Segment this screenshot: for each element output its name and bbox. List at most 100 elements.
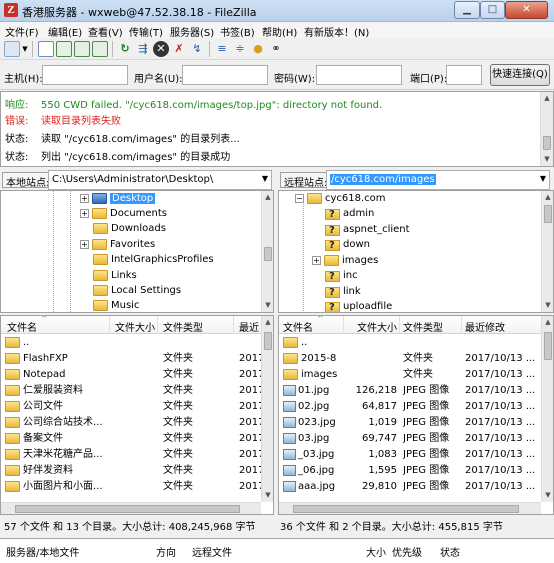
local-path-combo[interactable]: C:\Users\Administrator\Desktop\ ▼: [48, 170, 272, 190]
file-row[interactable]: 公司综合站技术... 文件夹 2017: [1, 415, 261, 431]
file-row[interactable]: 仁爱服装资料 文件夹 2017: [1, 383, 261, 399]
scroll-down-icon[interactable]: ▼: [262, 489, 273, 501]
tree-node[interactable]: Music: [93, 298, 139, 312]
file-row[interactable]: _06.jpg 1,595 JPEG 图像 2017/10/13 ...: [279, 463, 539, 479]
file-row[interactable]: ..: [279, 335, 539, 351]
file-row[interactable]: aaa.jpg 29,810 JPEG 图像 2017/10/13 ...: [279, 479, 539, 495]
sync-browse-icon[interactable]: ●: [250, 41, 266, 57]
toggle-local-tree-icon[interactable]: [56, 41, 72, 57]
port-input[interactable]: [446, 65, 482, 85]
column-header-name[interactable]: 文件名: [7, 319, 37, 334]
password-input[interactable]: [316, 65, 402, 85]
file-row[interactable]: 2015-8 文件夹 2017/10/13 ...: [279, 351, 539, 367]
tree-node[interactable]: ? inc: [325, 268, 358, 283]
tree-node[interactable]: + Desktop: [80, 191, 156, 206]
menu-server[interactable]: 服务器(S): [170, 24, 214, 39]
column-header-modified[interactable]: 最近修改: [465, 319, 505, 334]
expand-icon[interactable]: +: [80, 208, 89, 218]
file-row[interactable]: 03.jpg 69,747 JPEG 图像 2017/10/13 ...: [279, 431, 539, 447]
username-input[interactable]: [182, 65, 268, 85]
toggle-log-icon[interactable]: [38, 41, 54, 57]
refresh-icon[interactable]: ↻: [117, 41, 133, 57]
local-list-scrollbar[interactable]: ▲ ▼: [261, 316, 273, 502]
process-queue-icon[interactable]: ⇶: [135, 41, 151, 57]
expand-icon[interactable]: +: [80, 193, 89, 203]
disconnect-icon[interactable]: ✗: [171, 41, 187, 57]
scroll-down-icon[interactable]: ▼: [542, 299, 553, 311]
toggle-remote-tree-icon[interactable]: [74, 41, 90, 57]
scroll-down-icon[interactable]: ▼: [542, 489, 553, 501]
queue-col-local-file[interactable]: 服务器/本地文件: [6, 544, 79, 559]
close-button[interactable]: ✕: [505, 1, 548, 19]
file-row[interactable]: images 文件夹 2017/10/13 ...: [279, 367, 539, 383]
file-row[interactable]: 01.jpg 126,218 JPEG 图像 2017/10/13 ...: [279, 383, 539, 399]
local-tree-scrollbar[interactable]: ▲ ▼: [261, 191, 273, 312]
tree-node[interactable]: − cyc618.com: [295, 191, 386, 206]
search-icon[interactable]: ⚭: [268, 41, 284, 57]
chevron-down-icon[interactable]: ▼: [540, 174, 546, 183]
tree-node[interactable]: ? link: [325, 284, 361, 299]
local-list-hscrollbar[interactable]: [1, 502, 261, 514]
menu-new-version[interactable]: 有新版本！(N): [304, 24, 369, 39]
file-row[interactable]: FlashFXP 文件夹 2017: [1, 351, 261, 367]
filter-icon[interactable]: ≡: [214, 41, 230, 57]
menu-bookmarks[interactable]: 书签(B): [220, 24, 255, 39]
column-header-type[interactable]: 文件类型: [163, 319, 203, 334]
file-row[interactable]: Notepad 文件夹 2017: [1, 367, 261, 383]
menu-view[interactable]: 查看(V): [88, 24, 123, 39]
file-row[interactable]: ..: [1, 335, 261, 351]
log-scrollbar[interactable]: ▲ ▼: [540, 92, 553, 166]
column-header-size[interactable]: 文件大小: [357, 319, 397, 334]
remote-tree-scrollbar[interactable]: ▲ ▼: [541, 191, 553, 312]
tree-node[interactable]: ? admin: [325, 206, 374, 221]
queue-col-priority[interactable]: 优先级: [392, 544, 422, 559]
collapse-icon[interactable]: −: [295, 193, 304, 203]
expand-icon[interactable]: +: [80, 239, 89, 249]
tree-node[interactable]: + Favorites: [80, 237, 155, 252]
file-row[interactable]: 02.jpg 64,817 JPEG 图像 2017/10/13 ...: [279, 399, 539, 415]
file-row[interactable]: 备案文件 文件夹 2017: [1, 431, 261, 447]
column-header-name[interactable]: 文件名: [283, 319, 313, 334]
toggle-queue-icon[interactable]: [92, 41, 108, 57]
file-row[interactable]: 好伴发资料 文件夹 2017: [1, 463, 261, 479]
tree-node[interactable]: Local Settings: [93, 283, 181, 298]
queue-col-status[interactable]: 状态: [440, 544, 460, 559]
queue-col-remote-file[interactable]: 远程文件: [192, 544, 232, 559]
scroll-up-icon[interactable]: ▲: [542, 316, 553, 328]
cancel-icon[interactable]: ✕: [153, 41, 169, 57]
menu-help[interactable]: 帮助(H): [262, 24, 297, 39]
scroll-up-icon[interactable]: ▲: [262, 191, 273, 203]
compare-icon[interactable]: ≑: [232, 41, 248, 57]
file-row[interactable]: _03.jpg 1,083 JPEG 图像 2017/10/13 ...: [279, 447, 539, 463]
expand-icon[interactable]: +: [312, 255, 321, 265]
tree-node[interactable]: Links: [93, 268, 137, 283]
scroll-down-icon[interactable]: ▼: [262, 299, 273, 311]
tree-node[interactable]: IntelGraphicsProfiles: [93, 252, 214, 267]
file-row[interactable]: 小面图片和小面... 文件夹 2017: [1, 479, 261, 495]
column-header-size[interactable]: 文件大小: [115, 319, 155, 334]
tree-node[interactable]: Downloads: [93, 221, 166, 236]
scroll-up-icon[interactable]: ▲: [262, 316, 273, 328]
queue-col-size[interactable]: 大小: [366, 544, 386, 559]
menu-edit[interactable]: 编辑(E): [48, 24, 82, 39]
scroll-up-icon[interactable]: ▲: [542, 191, 553, 203]
file-row[interactable]: 023.jpg 1,019 JPEG 图像 2017/10/13 ...: [279, 415, 539, 431]
tree-node[interactable]: + Documents: [80, 206, 167, 221]
column-header-type[interactable]: 文件类型: [403, 319, 443, 334]
menu-transfer[interactable]: 传输(T): [129, 24, 163, 39]
minimize-button[interactable]: ▁: [454, 1, 480, 19]
reconnect-icon[interactable]: ↯: [189, 41, 205, 57]
remote-path-combo[interactable]: /cyc618.com/images ▼: [326, 170, 550, 190]
maximize-button[interactable]: □: [480, 1, 505, 19]
file-row[interactable]: 天津米花糖产品... 文件夹 2017: [1, 447, 261, 463]
tree-node[interactable]: + images: [312, 253, 378, 268]
host-input[interactable]: [42, 65, 128, 85]
scroll-down-icon[interactable]: ▼: [541, 153, 553, 165]
tree-node[interactable]: ? aspnet_client: [325, 222, 410, 237]
scroll-up-icon[interactable]: ▲: [541, 92, 553, 104]
file-row[interactable]: 公司文件 文件夹 2017: [1, 399, 261, 415]
queue-col-direction[interactable]: 方向: [156, 544, 176, 559]
menu-file[interactable]: 文件(F): [5, 24, 39, 39]
site-manager-icon[interactable]: [4, 41, 20, 57]
tree-node[interactable]: ? uploadfile: [325, 299, 392, 312]
